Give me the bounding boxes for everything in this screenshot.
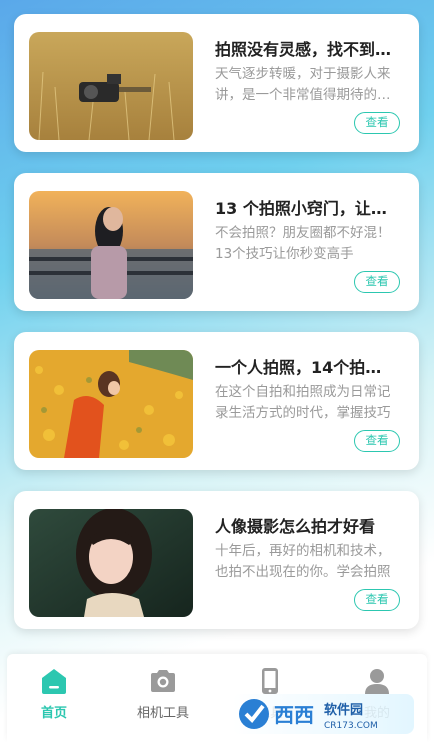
article-title[interactable]: 一个人拍照，14个拍照技巧: [215, 354, 395, 378]
article-thumbnail[interactable]: [29, 191, 193, 299]
article-description: 在这个自拍和拍照成为日常记录生活方式的时代，掌握技巧: [215, 384, 391, 421]
article-title[interactable]: 拍照没有灵感，找不到主题？: [215, 36, 395, 60]
view-button[interactable]: 查看: [354, 271, 400, 293]
article-description: 十年后，再好的相机和技术，也拍不出现在的你。学会拍照: [215, 543, 391, 580]
article-card[interactable]: 一个人拍照，14个拍照技巧 在这个自拍和拍照成为日常记录生活方式的时代，掌握技巧…: [14, 332, 419, 470]
article-card[interactable]: 人像摄影怎么拍才好看 十年后，再好的相机和技术，也拍不出现在的你。学会拍照 查看: [14, 491, 419, 629]
watermark-text: 软件园: [324, 702, 363, 718]
tab-label: 首页: [40, 706, 67, 721]
article-title[interactable]: 13 个拍照小窍门，让你的朋友圈: [215, 195, 395, 219]
view-button[interactable]: 查看: [354, 589, 400, 611]
watermark-graphic: 西西 软件园 CR173.COM: [232, 694, 414, 734]
view-button[interactable]: 查看: [354, 112, 400, 134]
camera-icon: [151, 670, 175, 692]
article-description: 不会拍照？朋友圈都不好混！13个技巧让你秒变高手: [215, 225, 391, 262]
article-thumbnail[interactable]: [29, 350, 193, 458]
view-button[interactable]: 查看: [354, 430, 400, 452]
article-thumbnail[interactable]: [29, 509, 193, 617]
article-card[interactable]: 13 个拍照小窍门，让你的朋友圈 不会拍照？朋友圈都不好混！13个技巧让你秒变高…: [14, 173, 419, 311]
article-thumbnail[interactable]: [29, 32, 193, 140]
article-description: 天气逐步转暖，对于摄影人来讲，是一个非常值得期待的季节: [215, 66, 391, 103]
watermark-logo: 西西 软件园 CR173.COM: [232, 692, 414, 736]
article-card[interactable]: 拍照没有灵感，找不到主题？ 天气逐步转暖，对于摄影人来讲，是一个非常值得期待的季…: [14, 14, 419, 152]
tab-label: 相机工具: [136, 706, 189, 721]
watermark-brand: 西西: [274, 703, 314, 727]
article-title[interactable]: 人像摄影怎么拍才好看: [215, 513, 395, 537]
tab-home[interactable]: 首页: [9, 666, 99, 721]
home-icon: [42, 669, 66, 694]
watermark-site: CR173.COM: [324, 721, 378, 731]
tab-camera-tools[interactable]: 相机工具: [118, 666, 208, 721]
